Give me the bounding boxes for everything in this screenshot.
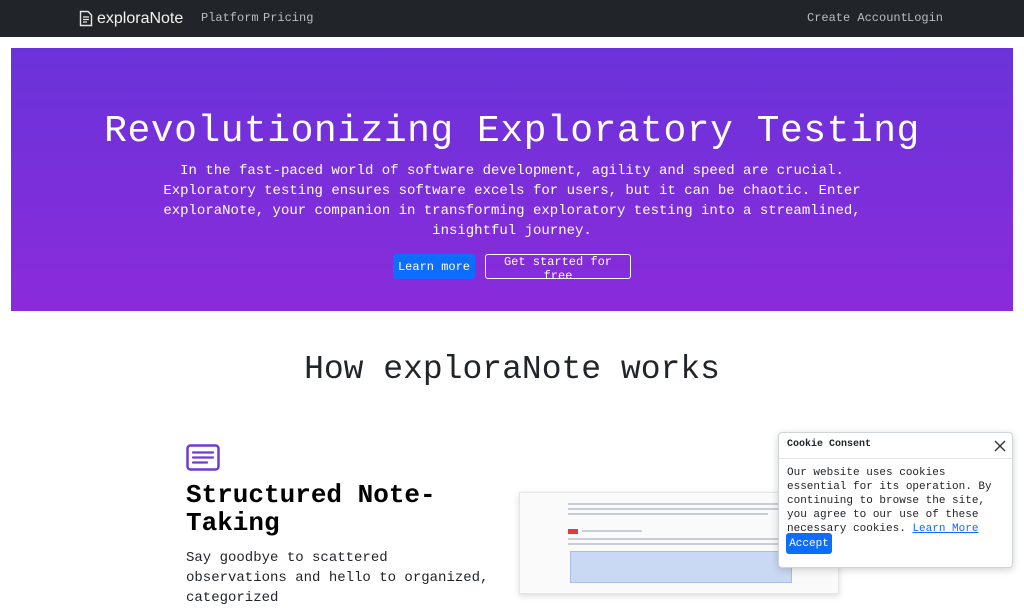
feature-title: Structured Note-Taking xyxy=(186,480,436,538)
nav-link-login[interactable]: Login xyxy=(907,11,943,25)
feature-description: Say goodbye to scattered observations an… xyxy=(186,550,489,606)
close-icon xyxy=(994,440,1006,452)
cookie-learn-more-link[interactable]: Learn More xyxy=(912,523,978,535)
close-button[interactable] xyxy=(993,439,1007,453)
nav-link-create-account[interactable]: Create Account xyxy=(807,11,908,25)
get-started-button[interactable]: Get started for free xyxy=(485,254,631,283)
nav-link-platform[interactable]: Platform xyxy=(201,11,259,25)
top-navbar: exploraNote Platform Pricing Create Acco… xyxy=(0,0,1024,37)
brand-logo[interactable]: exploraNote xyxy=(79,9,183,28)
brand-name: exploraNote xyxy=(97,9,184,27)
cookie-header: Cookie Consent xyxy=(779,433,1012,459)
section-title: How exploraNote works xyxy=(304,351,720,388)
hero-description: In the fast-paced world of software deve… xyxy=(163,163,861,239)
cookie-message: Our website uses cookies essential for i… xyxy=(787,466,1007,536)
learn-more-button[interactable]: Learn more xyxy=(393,254,475,279)
accept-button[interactable]: Accept xyxy=(786,533,832,554)
logo-icon xyxy=(79,10,93,27)
nav-link-pricing[interactable]: Pricing xyxy=(263,11,313,25)
cookie-title: Cookie Consent xyxy=(787,439,872,450)
hero-title: Revolutionizing Exploratory Testing xyxy=(104,110,920,153)
notes-icon xyxy=(186,444,220,471)
